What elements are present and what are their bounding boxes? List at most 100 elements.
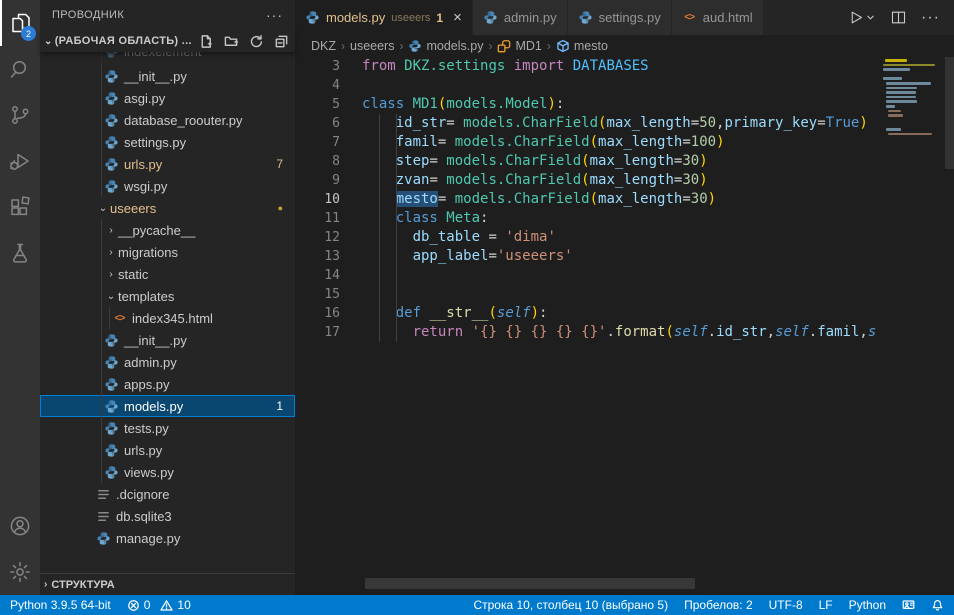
activitybar-extensions[interactable] bbox=[0, 184, 40, 230]
line-number[interactable]: 14 bbox=[295, 266, 340, 285]
tree-item-urls-py[interactable]: urls.py bbox=[40, 439, 295, 461]
tree-folder--pycache-[interactable]: ›__pycache__ bbox=[40, 219, 295, 241]
split-editor-button[interactable] bbox=[890, 9, 907, 26]
tab-models-py[interactable]: models.pyuseeers1× bbox=[295, 0, 473, 35]
tree-item-tests-py[interactable]: tests.py bbox=[40, 417, 295, 439]
horizontal-scrollbar[interactable] bbox=[365, 578, 695, 589]
tree-item-database-roouter-py[interactable]: database_roouter.py bbox=[40, 109, 295, 131]
tab-settings-py[interactable]: settings.py bbox=[568, 0, 672, 35]
indent-guide bbox=[101, 417, 102, 439]
tree-item-db-sqlite3[interactable]: db.sqlite3 bbox=[40, 505, 295, 527]
run-debug-icon bbox=[8, 149, 32, 173]
breadcrumb-item-models-py[interactable]: models.py bbox=[408, 39, 483, 53]
line-number[interactable]: 8 bbox=[295, 152, 340, 171]
minimap-line bbox=[886, 128, 900, 131]
status-cursor-position[interactable]: Строка 10, столбец 10 (выбрано 5) bbox=[473, 598, 668, 612]
status-problems[interactable]: 010 bbox=[127, 598, 191, 612]
outline-section-header[interactable]: › СТРУКТУРА bbox=[40, 573, 295, 595]
status-left: Python 3.9.5 64-bit 010 bbox=[10, 598, 191, 612]
status-indentation[interactable]: Пробелов: 2 bbox=[684, 598, 753, 612]
collapse-all-icon[interactable] bbox=[274, 34, 289, 49]
activitybar-account[interactable] bbox=[0, 503, 40, 549]
explorer-more-actions-icon[interactable]: ··· bbox=[266, 7, 283, 23]
breadcrumb-item-mesto[interactable]: mesto bbox=[556, 39, 608, 53]
indent-guide bbox=[396, 228, 397, 247]
status-feedback[interactable] bbox=[902, 599, 915, 612]
chevron-down-icon: ⌄ bbox=[44, 36, 53, 47]
tree-folder-useeers[interactable]: ⌄useeers● bbox=[40, 197, 295, 219]
tab-admin-py[interactable]: admin.py bbox=[473, 0, 568, 35]
status-notifications[interactable] bbox=[931, 599, 944, 612]
line-number[interactable]: 7 bbox=[295, 133, 340, 152]
status-label: LF bbox=[819, 598, 833, 612]
indent-guide bbox=[396, 190, 397, 209]
run-button[interactable] bbox=[848, 9, 876, 26]
close-icon[interactable]: × bbox=[453, 9, 462, 26]
error-icon bbox=[127, 599, 140, 612]
tree-item-admin-py[interactable]: admin.py bbox=[40, 351, 295, 373]
code-line-text: zvan= models.CharField(max_length=30) bbox=[340, 171, 708, 190]
new-folder-icon[interactable] bbox=[224, 34, 239, 49]
line-number[interactable]: 10 bbox=[295, 190, 340, 209]
activitybar-run-debug[interactable] bbox=[0, 138, 40, 184]
tab-aud-html[interactable]: <>aud.html bbox=[672, 0, 764, 35]
tree-item--init-py[interactable]: __init__.py bbox=[40, 65, 295, 87]
code-line-text: mesto= models.CharField(max_length=30) bbox=[340, 190, 716, 209]
line-number[interactable]: 9 bbox=[295, 171, 340, 190]
status-python-interpreter[interactable]: Python 3.9.5 64-bit bbox=[10, 598, 111, 612]
indent-guide bbox=[379, 209, 380, 228]
tab-label: aud.html bbox=[703, 10, 753, 25]
activitybar-search[interactable] bbox=[0, 46, 40, 92]
tree-folder-migrations[interactable]: ›migrations bbox=[40, 241, 295, 263]
line-number[interactable]: 17 bbox=[295, 323, 340, 342]
line-number[interactable]: 6 bbox=[295, 114, 340, 133]
breadcrumb-item-dkz[interactable]: DKZ bbox=[311, 39, 336, 53]
tree-item--dcignore[interactable]: .dcignore bbox=[40, 483, 295, 505]
more-icon: ··· bbox=[921, 9, 940, 27]
tree-item-manage-py[interactable]: manage.py bbox=[40, 527, 295, 549]
tree-item-index345-html[interactable]: <>index345.html bbox=[40, 307, 295, 329]
line-number[interactable]: 12 bbox=[295, 228, 340, 247]
code-editor[interactable]: 3from DKZ.settings import DATABASES45cla… bbox=[295, 57, 954, 595]
breadcrumb-item-useeers[interactable]: useeers bbox=[350, 39, 394, 53]
activitybar-settings[interactable] bbox=[0, 549, 40, 595]
line-number[interactable]: 15 bbox=[295, 285, 340, 304]
new-file-icon[interactable] bbox=[199, 34, 214, 49]
tree-item--init-py[interactable]: __init__.py bbox=[40, 329, 295, 351]
modified-dot: ● bbox=[278, 203, 295, 213]
breadcrumb-item-md1[interactable]: MD1 bbox=[497, 39, 541, 53]
tree-item-apps-py[interactable]: apps.py bbox=[40, 373, 295, 395]
status-eol[interactable]: LF bbox=[819, 598, 833, 612]
tree-folder-templates[interactable]: ⌄templates bbox=[40, 285, 295, 307]
status-language-mode[interactable]: Python bbox=[849, 598, 886, 612]
tree-item-urls-py[interactable]: urls.py7 bbox=[40, 153, 295, 175]
line-number[interactable]: 3 bbox=[295, 57, 340, 76]
workspace-section-header[interactable]: ⌄ (РАБОЧАЯ ОБЛАСТЬ) ... bbox=[40, 30, 295, 52]
line-number[interactable]: 5 bbox=[295, 95, 340, 114]
refresh-icon[interactable] bbox=[249, 34, 264, 49]
indent-guide bbox=[379, 247, 380, 266]
tree-folder-static[interactable]: ›static bbox=[40, 263, 295, 285]
py-icon bbox=[483, 10, 498, 25]
activitybar-testing[interactable] bbox=[0, 230, 40, 276]
status-encoding[interactable]: UTF-8 bbox=[769, 598, 803, 612]
activitybar-explorer[interactable]: 2 bbox=[0, 0, 40, 46]
tree-item-views-py[interactable]: views.py bbox=[40, 461, 295, 483]
tree-item-settings-py[interactable]: settings.py bbox=[40, 131, 295, 153]
code-line-text: step= models.CharField(max_length=30) bbox=[340, 152, 708, 171]
minimap-line bbox=[886, 105, 895, 108]
more-actions-button[interactable]: ··· bbox=[921, 9, 940, 27]
activitybar-source-control[interactable] bbox=[0, 92, 40, 138]
line-number[interactable]: 16 bbox=[295, 304, 340, 323]
vertical-scrollbar[interactable] bbox=[945, 57, 954, 169]
editor-actions: ··· bbox=[834, 0, 954, 35]
minimap[interactable] bbox=[883, 57, 945, 237]
tree-item-wsgi-py[interactable]: wsgi.py bbox=[40, 175, 295, 197]
line-number[interactable]: 4 bbox=[295, 76, 340, 95]
tree-item-models-py[interactable]: models.py1 bbox=[40, 395, 295, 417]
tree-item-indexelement[interactable]: indexelement bbox=[40, 52, 295, 65]
py-icon bbox=[104, 113, 119, 128]
line-number[interactable]: 11 bbox=[295, 209, 340, 228]
tree-item-asgi-py[interactable]: asgi.py bbox=[40, 87, 295, 109]
line-number[interactable]: 13 bbox=[295, 247, 340, 266]
